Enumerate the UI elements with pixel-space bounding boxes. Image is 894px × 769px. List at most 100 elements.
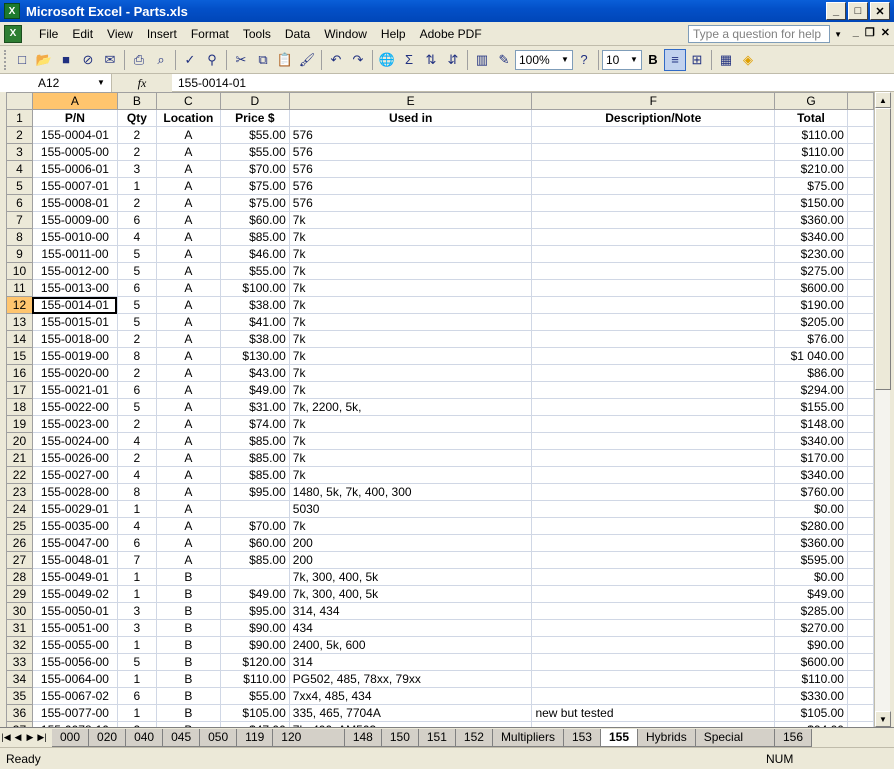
row-header[interactable]: 14 [6,330,33,348]
cell[interactable]: $280.00 [774,517,848,535]
cell[interactable]: 5 [116,398,157,416]
cell[interactable]: $74.00 [219,415,290,433]
print-icon[interactable]: ⎙ [128,49,150,71]
maximize-button[interactable]: □ [848,2,868,20]
cell[interactable]: B [155,585,221,603]
cell[interactable]: B [155,687,221,705]
active-cell[interactable]: 155-0014-01 [31,296,118,314]
cell[interactable]: 6 [116,211,157,229]
cell[interactable]: 155-0026-00 [31,449,118,467]
first-sheet-icon[interactable]: |◀ [0,732,12,743]
cell[interactable] [846,483,874,501]
row-header[interactable]: 17 [6,381,33,399]
cell[interactable]: $95.00 [219,483,290,501]
cell[interactable]: 155-0010-00 [31,228,118,246]
cell[interactable]: $600.00 [774,279,848,297]
cell[interactable] [531,262,776,280]
cell[interactable]: 2 [116,364,157,382]
cell[interactable] [531,347,776,365]
cell[interactable]: 5 [116,296,157,314]
cell[interactable]: $85.00 [219,551,290,569]
cell[interactable]: $43.00 [219,364,290,382]
cell[interactable]: A [155,279,221,297]
last-sheet-icon[interactable]: ▶| [36,732,48,743]
sheet-tab-119[interactable]: 119 [236,728,274,747]
cell[interactable] [531,466,776,484]
cell[interactable] [846,330,874,348]
cell[interactable]: A [155,364,221,382]
cell[interactable]: 155-0013-00 [31,279,118,297]
cell[interactable]: 4 [116,466,157,484]
cell[interactable]: $85.00 [219,466,290,484]
cell[interactable] [531,415,776,433]
cell[interactable] [531,279,776,297]
cell[interactable]: 576 [288,160,533,178]
cell[interactable]: B [155,704,221,722]
cell[interactable]: $90.00 [219,636,290,654]
cell[interactable]: $330.00 [774,687,848,705]
formula-input[interactable]: 155-0014-01 [172,74,246,92]
cell[interactable] [531,534,776,552]
workbook-icon[interactable]: X [4,24,22,43]
cell[interactable]: A [155,296,221,314]
cell[interactable]: B [155,670,221,688]
cell[interactable] [531,636,776,654]
help-dropdown-icon[interactable]: ▼ [834,30,842,39]
column-header-h[interactable] [846,92,874,110]
cell[interactable]: A [155,415,221,433]
cell[interactable] [531,551,776,569]
cell[interactable] [846,398,874,416]
autosum-icon[interactable]: Σ [398,49,420,71]
cell[interactable]: new but tested [531,704,776,722]
cell[interactable]: $90.00 [219,619,290,637]
cell[interactable]: 155-0006-01 [31,160,118,178]
cell[interactable]: 155-0049-02 [31,585,118,603]
save-icon[interactable]: ■ [55,49,77,71]
cell[interactable]: 7k [288,381,533,399]
row-header[interactable]: 23 [6,483,33,501]
cell[interactable]: 7k [288,262,533,280]
row-header[interactable]: 35 [6,687,33,705]
cell[interactable] [846,534,874,552]
cell[interactable]: $275.00 [774,262,848,280]
cell[interactable]: 314 [288,653,533,671]
cell[interactable] [531,585,776,603]
cell[interactable] [846,517,874,535]
cell[interactable]: 335, 465, 7704A [288,704,533,722]
minimize-button[interactable]: _ [826,2,846,20]
cell[interactable] [846,619,874,637]
cell[interactable] [219,568,290,586]
cell[interactable]: 7k [288,517,533,535]
cell[interactable]: $760.00 [774,483,848,501]
bold-button[interactable]: B [642,49,664,71]
cell[interactable]: A [155,347,221,365]
row-header[interactable]: 31 [6,619,33,637]
cell[interactable]: 155-0029-01 [31,500,118,518]
cell[interactable]: 155-0020-00 [31,364,118,382]
cell[interactable]: 5 [116,245,157,263]
row-header[interactable]: 33 [6,653,33,671]
cell[interactable]: $595.00 [774,551,848,569]
cell[interactable] [846,347,874,365]
cell[interactable]: $340.00 [774,228,848,246]
cell[interactable]: A [155,194,221,212]
cell[interactable] [846,296,874,314]
cell[interactable] [531,364,776,382]
fill-color-icon[interactable]: ◈ [737,49,759,71]
cell[interactable]: $0.00 [774,500,848,518]
cell[interactable]: 200 [288,534,533,552]
cell[interactable]: A [155,211,221,229]
cell[interactable]: 1 [116,670,157,688]
cell[interactable]: 8 [116,483,157,501]
cell[interactable]: $38.00 [219,296,290,314]
cell[interactable]: 2 [116,126,157,144]
cell[interactable] [531,330,776,348]
cell[interactable]: 2 [116,415,157,433]
cell[interactable]: 155-0027-00 [31,466,118,484]
menu-edit[interactable]: Edit [65,27,100,41]
cell[interactable]: 8 [116,347,157,365]
chevron-down-icon[interactable]: ▼ [628,52,640,68]
cell[interactable] [531,245,776,263]
cell[interactable] [531,194,776,212]
row-header[interactable]: 16 [6,364,33,382]
